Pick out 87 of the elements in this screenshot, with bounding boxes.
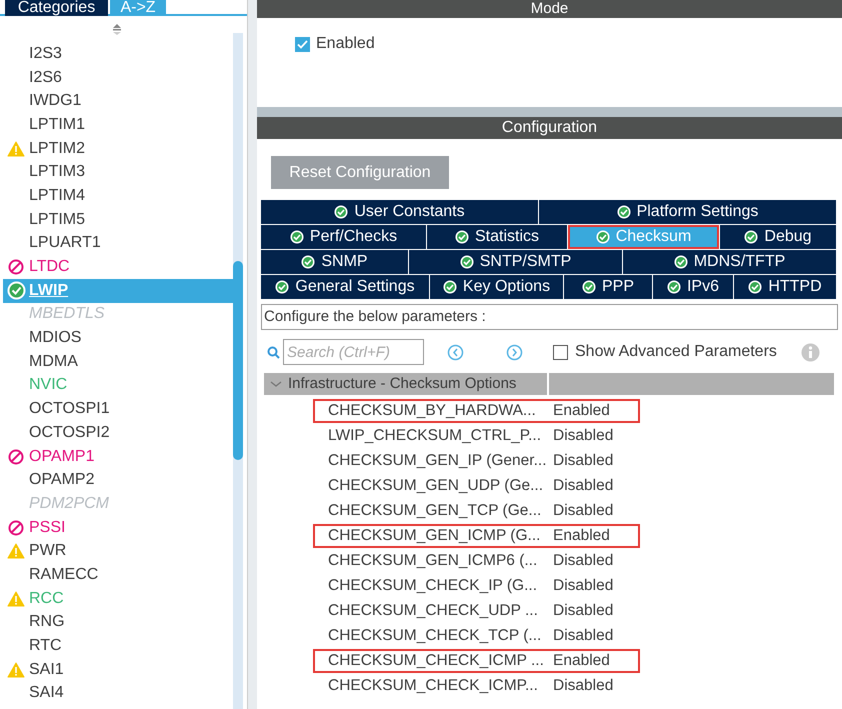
peripheral-item[interactable]: OCTOSPI1	[3, 397, 233, 421]
group-header[interactable]: Infrastructure - Checksum Options	[264, 373, 834, 395]
config-tab[interactable]: SNMP	[261, 250, 408, 274]
previous-icon[interactable]	[447, 344, 464, 360]
config-tab[interactable]: General Settings	[261, 275, 429, 299]
config-tab[interactable]: Statistics	[427, 225, 567, 249]
peripheral-item[interactable]: IWDG1	[3, 89, 233, 114]
parameter-row[interactable]: CHECKSUM_GEN_ICMP6 (... Disabled	[313, 548, 644, 572]
parameter-row[interactable]: CHECKSUM_BY_HARDWA... Enabled	[313, 398, 640, 422]
check-circle-icon	[748, 280, 762, 294]
search-icon	[267, 346, 280, 358]
peripheral-item[interactable]: LPUART1	[3, 232, 233, 256]
peripheral-item[interactable]: SAI1	[3, 658, 233, 682]
next-icon[interactable]	[506, 344, 523, 360]
check-circle-icon	[334, 205, 348, 219]
peripheral-item[interactable]: LPTIM2	[3, 136, 233, 160]
warning-icon	[7, 140, 25, 157]
peripheral-item[interactable]: RTC	[3, 634, 233, 658]
parameter-row[interactable]: CHECKSUM_CHECK_IP (G... Disabled	[313, 574, 644, 598]
parameter-row[interactable]: CHECKSUM_CHECK_TCP (... Disabled	[313, 624, 644, 648]
warning-icon	[7, 543, 25, 560]
config-tab[interactable]: Perf/Checks	[261, 225, 426, 249]
check-circle-icon	[275, 280, 290, 294]
description-field: Configure the below parameters :	[261, 304, 838, 330]
check-circle-icon	[460, 255, 474, 269]
section-header: Configuration	[257, 117, 842, 139]
peripheral-item[interactable]: LPTIM4	[3, 184, 233, 208]
peripheral-item[interactable]: MDMA	[3, 350, 233, 374]
parameter-row[interactable]: CHECKSUM_CHECK_UDP ... Disabled	[313, 598, 644, 622]
config-tab[interactable]: HTTPD	[734, 275, 836, 299]
chevron-icon	[270, 380, 282, 388]
check-circle-icon	[442, 280, 457, 294]
peripheral-item[interactable]: I2S3	[3, 42, 233, 66]
parameter-row[interactable]: CHECKSUM_CHECK_ICMP ... Enabled	[313, 648, 640, 672]
check-circle-icon	[290, 230, 304, 244]
peripheral-item[interactable]: SAI4	[3, 682, 233, 706]
check-circle-icon	[744, 230, 758, 244]
warning-icon	[7, 662, 25, 678]
parameter-row[interactable]: CHECKSUM_GEN_ICMP (G... Enabled	[313, 524, 640, 548]
peripheral-item[interactable]: LPTIM5	[3, 208, 233, 232]
peripheral-item[interactable]: OCTOSPI2	[3, 421, 233, 445]
checkbox-label: Enabled	[316, 34, 375, 54]
config-tab[interactable]: PPP	[564, 275, 652, 299]
check-circle-icon	[582, 280, 596, 294]
blocked-icon	[8, 259, 24, 276]
checkbox[interactable]	[295, 36, 310, 52]
check-circle-icon	[616, 205, 631, 219]
peripheral-item[interactable]: LPTIM1	[3, 113, 233, 137]
check-circle-icon	[6, 281, 26, 300]
peripheral-item[interactable]: RNG	[3, 610, 233, 634]
blocked-icon	[8, 448, 24, 465]
peripheral-item[interactable]: LPTIM3	[3, 160, 233, 184]
config-tab[interactable]: MDNS/TFTP	[623, 250, 836, 274]
check-circle-icon	[666, 280, 681, 294]
config-tab[interactable]: Key Options	[430, 275, 563, 299]
checkbox-label: Show Advanced Parameters	[575, 342, 777, 362]
scrollbar[interactable]	[233, 33, 243, 709]
config-tab[interactable]: Platform Settings	[539, 200, 836, 224]
check-circle-icon	[301, 255, 316, 269]
blocked-icon	[8, 520, 24, 536]
peripheral-item[interactable]: PWR	[3, 539, 233, 564]
peripheral-item[interactable]: PSSI	[3, 516, 233, 540]
peripheral-item[interactable]: RAMECC	[3, 563, 233, 587]
sidebar-tab[interactable]: Categories	[5, 0, 108, 16]
parameter-row[interactable]: CHECKSUM_GEN_TCP (Ge... Disabled	[313, 498, 644, 522]
config-tab[interactable]: IPv6	[653, 275, 733, 299]
search-field[interactable]: Search (Ctrl+F)	[283, 339, 424, 365]
peripheral-item[interactable]: LTDC	[3, 255, 233, 279]
config-tab[interactable]: SNTP/SMTP	[409, 250, 622, 274]
parameter-row[interactable]: CHECKSUM_GEN_UDP (Ge... Disabled	[313, 474, 644, 498]
parameter-row[interactable]: CHECKSUM_GEN_IP (Gener... Disabled	[313, 448, 644, 472]
check-circle-icon	[596, 230, 610, 244]
peripheral-item[interactable]: OPAMP2	[3, 468, 233, 492]
scroll-up-icon[interactable]	[112, 23, 122, 35]
peripheral-item[interactable]: MDIOS	[3, 326, 233, 350]
parameter-row[interactable]: LWIP_CHECKSUM_CTRL_P... Disabled	[313, 424, 644, 448]
info-icon[interactable]	[800, 342, 820, 362]
config-tab[interactable]: User Constants	[261, 200, 538, 224]
peripheral-item[interactable]: OPAMP1	[3, 444, 233, 468]
peripheral-item[interactable]: I2S6	[3, 66, 233, 90]
checkbox[interactable]	[553, 344, 568, 360]
config-tab[interactable]: Debug	[720, 225, 836, 249]
section-header: Mode	[257, 0, 842, 18]
warning-icon	[7, 590, 25, 607]
check-circle-icon	[454, 230, 469, 244]
check-circle-icon	[674, 255, 688, 269]
parameter-row[interactable]: CHECKSUM_CHECK_ICMP... Disabled	[313, 674, 644, 698]
